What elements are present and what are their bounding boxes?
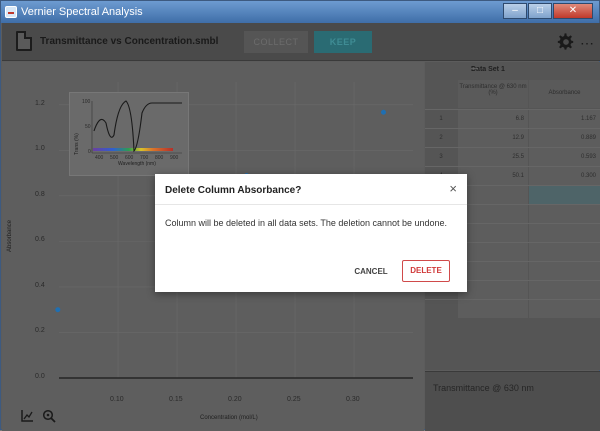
inset-x-tick: 500 [110,155,119,161]
cell-absorbance[interactable] [529,205,600,223]
row-index [425,300,457,318]
graph-tools [20,409,56,423]
cell-transmittance[interactable] [458,281,528,299]
delete-column-dialog: Delete Column Absorbance? × Column will … [155,174,467,292]
data-point[interactable] [55,307,61,313]
inset-x-tick: 900 [170,155,179,161]
spectrum-color-bar [93,148,173,151]
cell-absorbance[interactable]: 0.593 [529,148,600,166]
row-index: 2 [425,129,457,147]
app-icon [5,6,17,18]
inset-x-label: Wavelength (nm) [118,161,156,167]
cell-transmittance[interactable] [458,262,528,280]
y-tick-label: 0.0 [35,373,45,380]
delete-button[interactable]: DELETE [402,260,450,282]
table-row[interactable] [425,299,600,318]
inset-y-tick: 0 [88,149,91,155]
table-row[interactable]: 3 25.5 0.593 [425,147,600,166]
graph-options-icon[interactable] [20,409,34,423]
x-tick-label: 0.25 [287,396,301,403]
cell-absorbance[interactable] [529,300,600,318]
cancel-button[interactable]: CANCEL [351,262,391,282]
x-tick-label: 0.20 [228,396,242,403]
cell-absorbance[interactable] [529,262,600,280]
minimize-button[interactable]: – [503,3,527,19]
inset-y-label: Trans (%) [74,133,80,155]
cell-transmittance[interactable] [458,243,528,261]
y-tick-label: 0.8 [35,190,45,198]
toolbar: Transmittance vs Concentration.smbl COLL… [2,23,600,61]
y-axis-label: Absorbance [7,219,13,252]
cell-absorbance[interactable]: 0.300 [529,167,600,185]
dialog-title: Delete Column Absorbance? [165,185,302,196]
maximize-button[interactable]: □ [528,3,552,19]
table-row[interactable]: 2 12.9 0.889 [425,128,600,147]
inset-x-tick: 400 [95,155,104,161]
x-tick-label: 0.15 [169,396,183,403]
collect-button[interactable]: COLLECT [244,31,308,53]
cell-transmittance[interactable] [458,224,528,242]
file-name: Transmittance vs Concentration.smbl [40,36,219,47]
x-tick-label: 0.10 [110,396,124,403]
close-icon[interactable]: × [449,182,457,195]
gear-icon[interactable] [557,33,575,51]
cell-transmittance[interactable] [458,300,528,318]
cell-transmittance[interactable]: 50.1 [458,167,528,185]
zoom-icon[interactable] [42,409,56,423]
row-index: 1 [425,110,457,128]
y-tick-label: 0.4 [35,281,45,289]
dataset-menu[interactable]: — [471,66,594,73]
y-tick-label: 0.6 [35,236,45,244]
cell-transmittance[interactable]: 6.8 [458,110,528,128]
spectrum-curve [93,100,182,153]
inset-y-tick: 50 [85,124,91,130]
cell-transmittance[interactable]: 12.9 [458,129,528,147]
column-header-absorbance[interactable]: Absorbance [529,80,600,108]
spectrum-inset[interactable]: Trans (%) Wavelength (nm) 100 50 0 400 5… [69,92,189,176]
cell-absorbance[interactable] [529,224,600,242]
x-axis-label: Concentration (mol/L) [200,415,258,421]
cell-absorbance[interactable]: 1.167 [529,110,600,128]
close-window-button[interactable]: ✕ [553,3,593,19]
dialog-divider [155,204,467,205]
meter-label: Transmittance @ 630 nm [433,383,534,393]
window-title: Vernier Spectral Analysis [21,6,143,18]
table-row[interactable]: 1 6.8 1.167 [425,109,600,128]
inset-x-tick: 600 [125,155,134,161]
cell-absorbance[interactable] [529,281,600,299]
title-bar: Vernier Spectral Analysis – □ ✕ [1,1,599,23]
dataset-header[interactable]: Data Set 1 — [425,62,600,78]
cell-absorbance[interactable] [529,243,600,261]
more-menu-button[interactable]: ⋯ [580,35,595,52]
y-tick-label: 1.2 [35,99,45,107]
row-index: 3 [425,148,457,166]
column-header-transmittance[interactable]: Transmittance @ 630 nm (%) [458,80,528,108]
data-point[interactable] [381,109,386,115]
cell-absorbance[interactable]: 0.889 [529,129,600,147]
cell-absorbance[interactable] [529,186,600,204]
y-tick-label: 0.2 [35,327,45,335]
window-controls: – □ ✕ [503,3,593,19]
dialog-message: Column will be deleted in all data sets.… [165,218,448,228]
meter-panel[interactable]: Transmittance @ 630 nm [425,371,600,431]
cell-transmittance[interactable]: 25.5 [458,148,528,166]
inset-x-tick: 800 [155,155,164,161]
y-tick-label: 1.0 [35,145,45,153]
x-tick-label: 0.30 [346,396,360,403]
inset-x-tick: 700 [140,155,149,161]
cell-transmittance[interactable] [458,186,528,204]
keep-button[interactable]: KEEP [314,31,372,53]
file-icon[interactable] [16,31,32,51]
inset-y-tick: 100 [82,99,91,105]
cell-transmittance[interactable] [458,205,528,223]
app-window: Vernier Spectral Analysis – □ ✕ Transmit… [0,0,600,431]
